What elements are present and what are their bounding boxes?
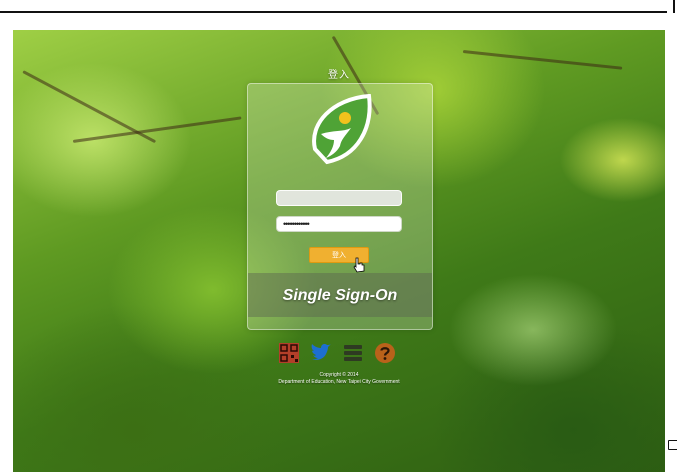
window-top-frame: [0, 0, 677, 13]
login-page-background: 登入 登入 Single Sign-On: [13, 30, 665, 472]
scrollbar-grip[interactable]: [668, 440, 677, 450]
window-right-frame: [667, 0, 677, 472]
brand-logo-icon: [312, 94, 372, 165]
menu-icon[interactable]: [342, 342, 364, 364]
login-card: 登入 Single Sign-On: [247, 83, 433, 330]
footer-icon-row: [278, 342, 402, 366]
twitter-bird-icon[interactable]: [310, 342, 332, 364]
help-icon[interactable]: [374, 342, 396, 364]
copyright-text: Copyright © 2014: [319, 372, 359, 378]
background-branch: [72, 116, 242, 143]
footer: Copyright © 2014 Department of Education…: [13, 372, 665, 386]
hand-pointer-cursor-icon: [353, 257, 365, 273]
page-title: 登入: [328, 70, 350, 81]
organization-text: Department of Education, New Taipei City…: [278, 379, 400, 385]
sso-banner-text: Single Sign-On: [282, 287, 398, 304]
password-input[interactable]: [276, 216, 402, 232]
qr-code-icon[interactable]: [278, 342, 300, 364]
sso-banner: Single Sign-On: [248, 273, 432, 317]
username-input[interactable]: [276, 190, 402, 206]
frame-corner: [673, 0, 675, 13]
